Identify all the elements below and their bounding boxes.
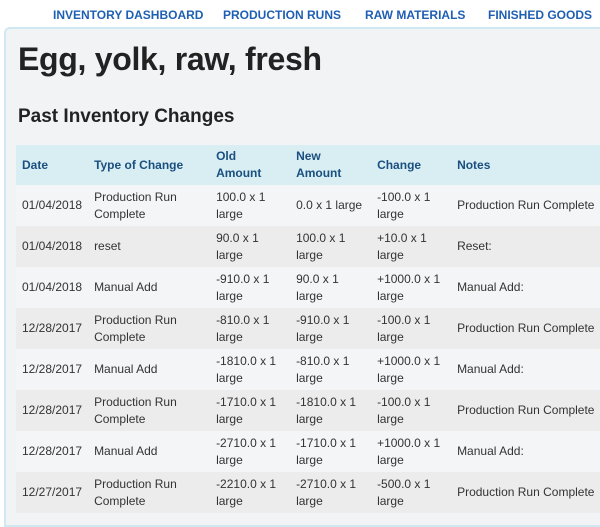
inventory-changes-table: Date Type of Change Old Amount New Amoun…: [16, 145, 600, 513]
top-navigation: INVENTORY DASHBOARD PRODUCTION RUNS RAW …: [0, 0, 600, 28]
cell-new-amount: -1710.0 x 1 large: [296, 435, 357, 467]
nav-inventory-dashboard[interactable]: INVENTORY DASHBOARD: [53, 8, 203, 22]
cell-change: -100.0 x 1 large: [377, 394, 431, 426]
cell-old-amount: 100.0 x 1 large: [216, 189, 266, 221]
column-header-notes: Notes: [451, 145, 600, 185]
cell-type-of-change: Production Run Complete: [94, 189, 177, 221]
cell-new-amount: -910.0 x 1 large: [296, 312, 350, 344]
cell-new-amount: 100.0 x 1 large: [296, 230, 346, 262]
cell-old-amount: -2210.0 x 1 large: [216, 476, 277, 508]
cell-date: 01/04/2018: [22, 239, 83, 253]
column-header-new-amount: New Amount: [290, 145, 372, 185]
cell-notes: Manual Add:: [457, 362, 524, 376]
cell-date: 12/28/2017: [22, 321, 83, 335]
cell-notes: Production Run Complete: [457, 321, 595, 335]
nav-finished-goods[interactable]: FINISHED GOODS: [488, 8, 592, 22]
cell-change: +1000.0 x 1 large: [377, 271, 441, 303]
cell-notes: Production Run Complete: [457, 403, 595, 417]
cell-new-amount: -810.0 x 1 large: [296, 353, 350, 385]
column-header-old-amount: Old Amount: [210, 145, 291, 185]
cell-type-of-change: Manual Add: [94, 444, 158, 458]
cell-new-amount: -1810.0 x 1 large: [296, 394, 357, 426]
cell-date: 01/04/2018: [22, 280, 83, 294]
cell-new-amount: -2710.0 x 1 large: [296, 476, 357, 508]
cell-old-amount: -1810.0 x 1 large: [216, 353, 277, 385]
cell-old-amount: -910.0 x 1 large: [216, 271, 270, 303]
page-title: Egg, yolk, raw, fresh: [18, 41, 322, 77]
cell-type-of-change: reset: [94, 239, 121, 253]
table-row: 12/28/2017 Manual Add -1810.0 x 1 large -81…: [16, 349, 600, 390]
cell-type-of-change: Production Run Complete: [94, 312, 177, 344]
cell-notes: Manual Add:: [457, 444, 524, 458]
cell-type-of-change: Manual Add: [94, 280, 158, 294]
column-header-change: Change: [371, 145, 452, 185]
cell-date: 12/28/2017: [22, 444, 83, 458]
cell-notes: Production Run Complete: [457, 198, 595, 212]
column-header-date: Date: [16, 145, 89, 185]
cell-change: +1000.0 x 1 large: [377, 435, 441, 467]
cell-date: 12/27/2017: [22, 485, 83, 499]
nav-production-runs[interactable]: PRODUCTION RUNS: [223, 8, 341, 22]
cell-date: 01/04/2018: [22, 198, 83, 212]
section-title: Past Inventory Changes: [18, 106, 235, 127]
cell-date: 12/28/2017: [22, 403, 83, 417]
table-row: 12/28/2017 Manual Add -2710.0 x 1 large -17…: [16, 431, 600, 472]
cell-new-amount: 90.0 x 1 large: [296, 271, 339, 303]
cell-change: -100.0 x 1 large: [377, 189, 431, 221]
cell-change: +1000.0 x 1 large: [377, 353, 441, 385]
table-row: 01/04/2018 Production Run Complete 100.0 x…: [16, 185, 600, 226]
cell-new-amount: 0.0 x 1 large: [296, 198, 363, 212]
content-panel: Egg, yolk, raw, fresh Past Inventory Cha…: [4, 27, 600, 527]
cell-change: +10.0 x 1 large: [377, 230, 427, 262]
column-header-type: Type of Change: [88, 145, 211, 185]
table-row: 12/28/2017 Production Run Complete -1710.0…: [16, 390, 600, 431]
table-row: 12/28/2017 Production Run Complete -810.0 …: [16, 308, 600, 349]
table-row: 12/27/2017 Production Run Complete -2210.0…: [16, 472, 600, 513]
cell-type-of-change: Manual Add: [94, 362, 158, 376]
table-row: 01/04/2018 reset 90.0 x 1 large 100.0 x 1 l…: [16, 226, 600, 267]
cell-old-amount: -810.0 x 1 large: [216, 312, 270, 344]
cell-change: -500.0 x 1 large: [377, 476, 431, 508]
cell-old-amount: -2710.0 x 1 large: [216, 435, 277, 467]
cell-date: 12/28/2017: [22, 362, 83, 376]
table-header-row: Date Type of Change Old Amount New Amoun…: [16, 145, 600, 185]
nav-raw-materials[interactable]: RAW MATERIALS: [365, 8, 465, 22]
cell-notes: Production Run Complete: [457, 485, 595, 499]
cell-old-amount: -1710.0 x 1 large: [216, 394, 277, 426]
table-row: 01/04/2018 Manual Add -910.0 x 1 large 90.0…: [16, 267, 600, 308]
cell-type-of-change: Production Run Complete: [94, 476, 177, 508]
cell-type-of-change: Production Run Complete: [94, 394, 177, 426]
cell-notes: Reset:: [457, 239, 492, 253]
cell-change: -100.0 x 1 large: [377, 312, 431, 344]
cell-old-amount: 90.0 x 1 large: [216, 230, 259, 262]
cell-notes: Manual Add:: [457, 280, 524, 294]
